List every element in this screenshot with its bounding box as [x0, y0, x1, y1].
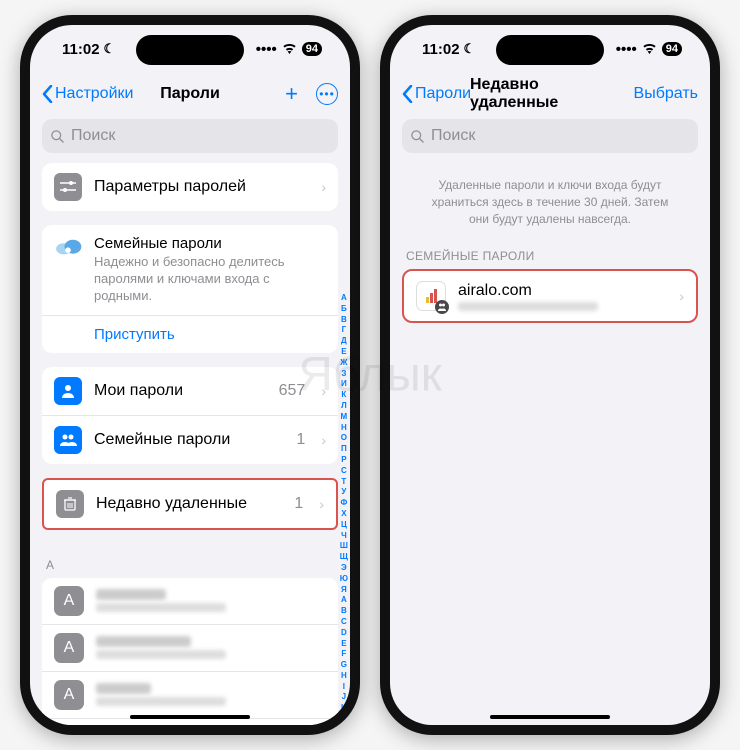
site-icon	[416, 281, 446, 311]
row-count: 1	[294, 495, 303, 513]
search-placeholder: Поиск	[431, 127, 475, 145]
my-passwords-row[interactable]: Мои пароли 657 ›	[42, 367, 338, 415]
dnd-moon-icon: ☾	[104, 41, 116, 57]
chevron-right-icon: ›	[321, 179, 326, 195]
nav-bar: Настройки Пароли + •••	[30, 73, 350, 115]
promo-title: Семейные пароли	[94, 235, 326, 252]
back-label: Пароли	[415, 85, 471, 103]
section-header-a: A	[42, 544, 338, 578]
info-text: Удаленные пароли и ключи входа будут хра…	[402, 163, 698, 235]
start-button[interactable]: Приступить	[42, 315, 338, 353]
home-indicator[interactable]	[130, 715, 250, 719]
row-label: Недавно удаленные	[96, 495, 282, 513]
section-header: СЕМЕЙНЫЕ ПАРОЛИ	[402, 235, 698, 269]
list-item[interactable]: A	[42, 624, 338, 671]
search-input[interactable]: Поиск	[402, 119, 698, 153]
search-input[interactable]: Поиск	[42, 119, 338, 153]
list-item[interactable]: A	[42, 578, 338, 624]
blurred-email	[458, 302, 598, 311]
list-item[interactable]: A	[42, 671, 338, 718]
signal-dots-icon: ••••	[616, 41, 637, 58]
row-count: 657	[279, 382, 306, 400]
row-label: Мои пароли	[94, 382, 267, 400]
row-label: Семейные пароли	[94, 431, 284, 449]
back-label: Настройки	[55, 85, 133, 103]
trash-icon	[56, 490, 84, 518]
chevron-right-icon: ›	[321, 432, 326, 448]
page-title: Пароли	[160, 85, 220, 103]
status-time: 11:02	[422, 41, 460, 58]
signal-dots-icon: ••••	[256, 41, 277, 58]
chevron-right-icon: ›	[679, 288, 684, 304]
site-name: airalo.com	[458, 282, 663, 300]
password-list: A A A A A A	[42, 578, 338, 725]
add-button[interactable]: +	[285, 81, 298, 107]
promo-desc: Надежно и безопасно делитесь паролями и …	[94, 254, 326, 305]
chevron-right-icon: ›	[319, 496, 324, 512]
row-count: 1	[296, 431, 305, 449]
shared-badge-icon	[435, 300, 449, 314]
alpha-index[interactable]: АБВГДЕЖЗИКЛМНОПРСТУФХЦЧШЩЭЮЯABCDEFGHIJKL…	[340, 293, 348, 725]
more-button[interactable]: •••	[316, 83, 338, 105]
phone-right: 11:02 ☾ •••• 94 Пароли Недавно удаленные…	[380, 15, 720, 735]
password-settings-row[interactable]: Параметры паролей ›	[42, 163, 338, 211]
family-passwords-row[interactable]: Семейные пароли 1 ›	[42, 415, 338, 464]
phone-left: 11:02 ☾ •••• 94 Настройки Пароли + •••	[20, 15, 360, 735]
family-passwords-promo: Семейные пароли Надежно и безопасно дели…	[42, 225, 338, 315]
back-button[interactable]: Настройки	[42, 85, 133, 103]
page-title: Недавно удаленные	[470, 76, 630, 112]
settings-sliders-icon	[54, 173, 82, 201]
chevron-right-icon: ›	[321, 383, 326, 399]
row-label: Параметры паролей	[94, 178, 305, 196]
dynamic-island	[496, 35, 604, 65]
search-placeholder: Поиск	[71, 127, 115, 145]
cloud-icon	[54, 235, 82, 257]
avatar: A	[54, 680, 84, 710]
battery-icon: 94	[662, 42, 682, 56]
dynamic-island	[136, 35, 244, 65]
wifi-icon	[282, 41, 297, 58]
status-time: 11:02	[62, 41, 100, 58]
dnd-moon-icon: ☾	[464, 41, 476, 57]
home-indicator[interactable]	[490, 715, 610, 719]
deleted-item-row[interactable]: airalo.com ›	[404, 271, 696, 321]
avatar: A	[54, 633, 84, 663]
nav-bar: Пароли Недавно удаленные Выбрать	[390, 73, 710, 115]
battery-icon: 94	[302, 42, 322, 56]
recently-deleted-row[interactable]: Недавно удаленные 1 ›	[44, 480, 336, 528]
person-icon	[54, 377, 82, 405]
select-button[interactable]: Выбрать	[634, 85, 698, 103]
wifi-icon	[642, 41, 657, 58]
people-icon	[54, 426, 82, 454]
avatar: A	[54, 586, 84, 616]
back-button[interactable]: Пароли	[402, 85, 471, 103]
